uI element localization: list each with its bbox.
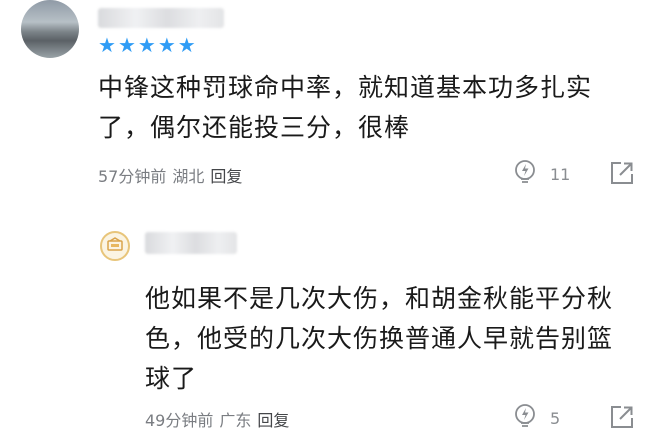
username-blurred[interactable]	[145, 232, 237, 254]
star-icon: ★	[117, 33, 136, 57]
star-icon: ★	[137, 33, 156, 57]
comment-meta: 57分钟前 湖北 回复	[98, 163, 242, 187]
comment-meta: 49分钟前 广东 回复	[145, 407, 289, 431]
star-icon: ★	[177, 33, 196, 57]
comment-text: 中锋这种罚球命中率，就知道基本功多扎实 了，偶尔还能投三分，很棒	[98, 68, 638, 148]
location: 广东	[219, 411, 252, 430]
star-icon: ★	[98, 33, 116, 57]
rating-stars: ★ ★ ★ ★ ★	[98, 35, 196, 55]
timestamp: 49分钟前	[145, 411, 214, 430]
like-count: 11	[550, 164, 571, 184]
comment-line: 色，他受的几次大伤换普通人早就告别篮	[145, 324, 614, 353]
reply-button[interactable]: 回复	[210, 163, 242, 187]
comment-line: 球了	[145, 364, 198, 393]
level-badge-icon	[100, 231, 130, 261]
like-button[interactable]: 5	[512, 403, 560, 433]
share-icon[interactable]	[609, 404, 635, 434]
location: 湖北	[172, 167, 205, 186]
timestamp: 57分钟前	[98, 167, 167, 186]
like-button[interactable]: 11	[512, 159, 570, 189]
star-icon: ★	[157, 33, 176, 57]
comment-line: 他如果不是几次大伤，和胡金秋能平分秋	[145, 284, 614, 313]
lightbulb-like-icon	[512, 159, 538, 189]
share-icon[interactable]	[609, 160, 635, 190]
reply-button[interactable]: 回复	[257, 407, 289, 431]
comment-text: 他如果不是几次大伤，和胡金秋能平分秋 色，他受的几次大伤换普通人早就告别篮 球了	[145, 279, 645, 399]
lightbulb-like-icon	[512, 403, 538, 433]
avatar[interactable]	[21, 0, 79, 58]
username-blurred[interactable]	[98, 8, 224, 28]
comment-line: 了，偶尔还能投三分，很棒	[98, 113, 411, 142]
like-count: 5	[550, 408, 561, 428]
comment-line: 中锋这种罚球命中率，就知道基本功多扎实	[98, 73, 593, 102]
